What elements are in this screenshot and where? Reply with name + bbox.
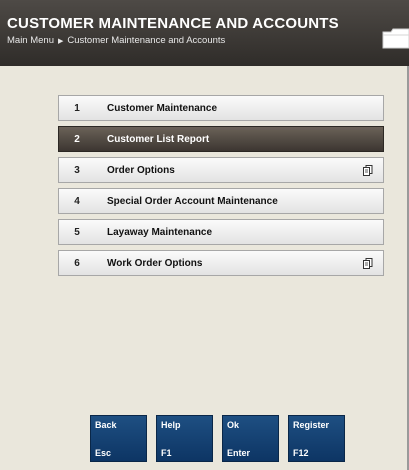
menu-item-number: 6 — [74, 257, 80, 269]
register-button[interactable]: Register F12 — [288, 415, 345, 462]
ok-button[interactable]: Ok Enter — [222, 415, 279, 462]
header: CUSTOMER MAINTENANCE AND ACCOUNTS Main M… — [0, 0, 409, 66]
menu-item-label: Order Options — [107, 164, 175, 176]
menu-item-label: Work Order Options — [107, 257, 203, 269]
page-title: CUSTOMER MAINTENANCE AND ACCOUNTS — [7, 15, 339, 32]
menu-item-2[interactable]: 2 Customer List Report — [58, 126, 384, 152]
breadcrumb-main-menu[interactable]: Main Menu — [7, 35, 54, 46]
menu-item-1[interactable]: 1 Customer Maintenance — [58, 95, 384, 121]
menu-item-6[interactable]: 6 Work Order Options — [58, 250, 384, 276]
menu-item-label: Layaway Maintenance — [107, 226, 213, 238]
function-key-bar: Back Esc Help F1 Ok Enter Register F12 — [90, 415, 345, 462]
folder-icon — [382, 28, 409, 49]
help-button[interactable]: Help F1 — [156, 415, 213, 462]
menu-item-4[interactable]: 4 Special Order Account Maintenance — [58, 188, 384, 214]
function-key-shortcut: F1 — [161, 448, 172, 458]
breadcrumb-current: Customer Maintenance and Accounts — [67, 35, 226, 46]
menu-item-number: 5 — [74, 226, 80, 238]
menu-item-label: Customer List Report — [107, 133, 210, 145]
menu-item-number: 1 — [74, 102, 80, 114]
function-key-label: Register — [293, 420, 330, 430]
menu-item-5[interactable]: 5 Layaway Maintenance — [58, 219, 384, 245]
content-area: 1 Customer Maintenance 2 Customer List Repo… — [0, 66, 409, 470]
function-key-label: Ok — [227, 420, 240, 430]
function-key-shortcut: F12 — [293, 448, 309, 458]
submenu-icon — [363, 165, 373, 176]
menu-item-number: 2 — [74, 133, 80, 145]
function-key-shortcut: Esc — [95, 448, 112, 458]
function-key-label: Back — [95, 420, 117, 430]
menu-item-3[interactable]: 3 Order Options — [58, 157, 384, 183]
submenu-icon — [363, 258, 373, 269]
menu-item-number: 3 — [74, 164, 80, 176]
menu-item-label: Special Order Account Maintenance — [107, 195, 278, 207]
function-key-label: Help — [161, 420, 181, 430]
menu-item-number: 4 — [74, 195, 80, 207]
menu-list: 1 Customer Maintenance 2 Customer List Repo… — [58, 95, 384, 281]
back-button[interactable]: Back Esc — [90, 415, 147, 462]
breadcrumb: Main Menu ▶ Customer Maintenance and Acc… — [7, 35, 225, 46]
menu-item-label: Customer Maintenance — [107, 102, 218, 114]
function-key-shortcut: Enter — [227, 448, 251, 458]
breadcrumb-arrow-icon: ▶ — [58, 37, 64, 45]
